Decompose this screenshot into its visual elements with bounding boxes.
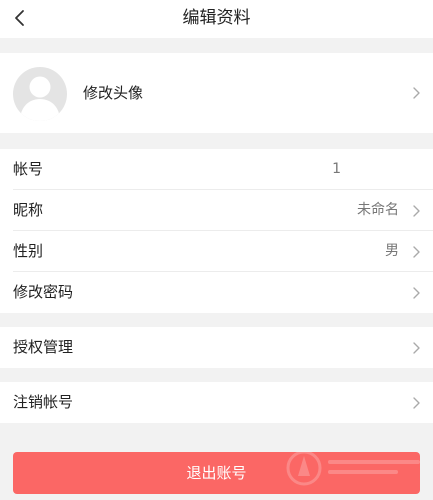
nickname-value: 未命名 [357, 202, 399, 218]
deactivate-account-label: 注销帐号 [13, 393, 74, 411]
avatar [13, 67, 67, 121]
nickname-row[interactable]: 昵称 未命名 [0, 190, 433, 231]
account-row: 帐号 1 [0, 149, 433, 190]
chevron-right-icon [413, 205, 420, 217]
authorization-section: 授权管理 [0, 327, 433, 368]
chevron-right-icon [413, 287, 420, 299]
avatar-section: 修改头像 [0, 53, 433, 133]
authorization-label: 授权管理 [13, 338, 74, 356]
chevron-right-icon [413, 397, 420, 409]
account-info-section: 帐号 1 昵称 未命名 性别 男 修改密码 [0, 149, 433, 313]
gender-value: 男 [385, 243, 399, 259]
navigation-bar: 编辑资料 [0, 0, 433, 38]
account-value: 1 [332, 161, 341, 177]
account-label: 帐号 [13, 160, 44, 178]
nickname-label: 昵称 [13, 201, 44, 219]
gender-label: 性别 [13, 242, 44, 260]
change-password-label: 修改密码 [13, 283, 74, 301]
change-avatar-row[interactable]: 修改头像 [0, 53, 433, 133]
deactivate-section: 注销帐号 [0, 382, 433, 423]
gender-row[interactable]: 性别 男 [0, 231, 433, 272]
user-placeholder-icon [20, 76, 60, 121]
change-password-row[interactable]: 修改密码 [0, 272, 433, 313]
change-avatar-label: 修改头像 [83, 84, 144, 102]
deactivate-account-row[interactable]: 注销帐号 [0, 382, 433, 423]
page-title: 编辑资料 [182, 8, 251, 28]
watermark-logo-icon [286, 450, 420, 486]
chevron-right-icon [413, 342, 420, 354]
chevron-right-icon [413, 87, 420, 99]
authorization-row[interactable]: 授权管理 [0, 327, 433, 368]
chevron-right-icon [413, 246, 420, 258]
